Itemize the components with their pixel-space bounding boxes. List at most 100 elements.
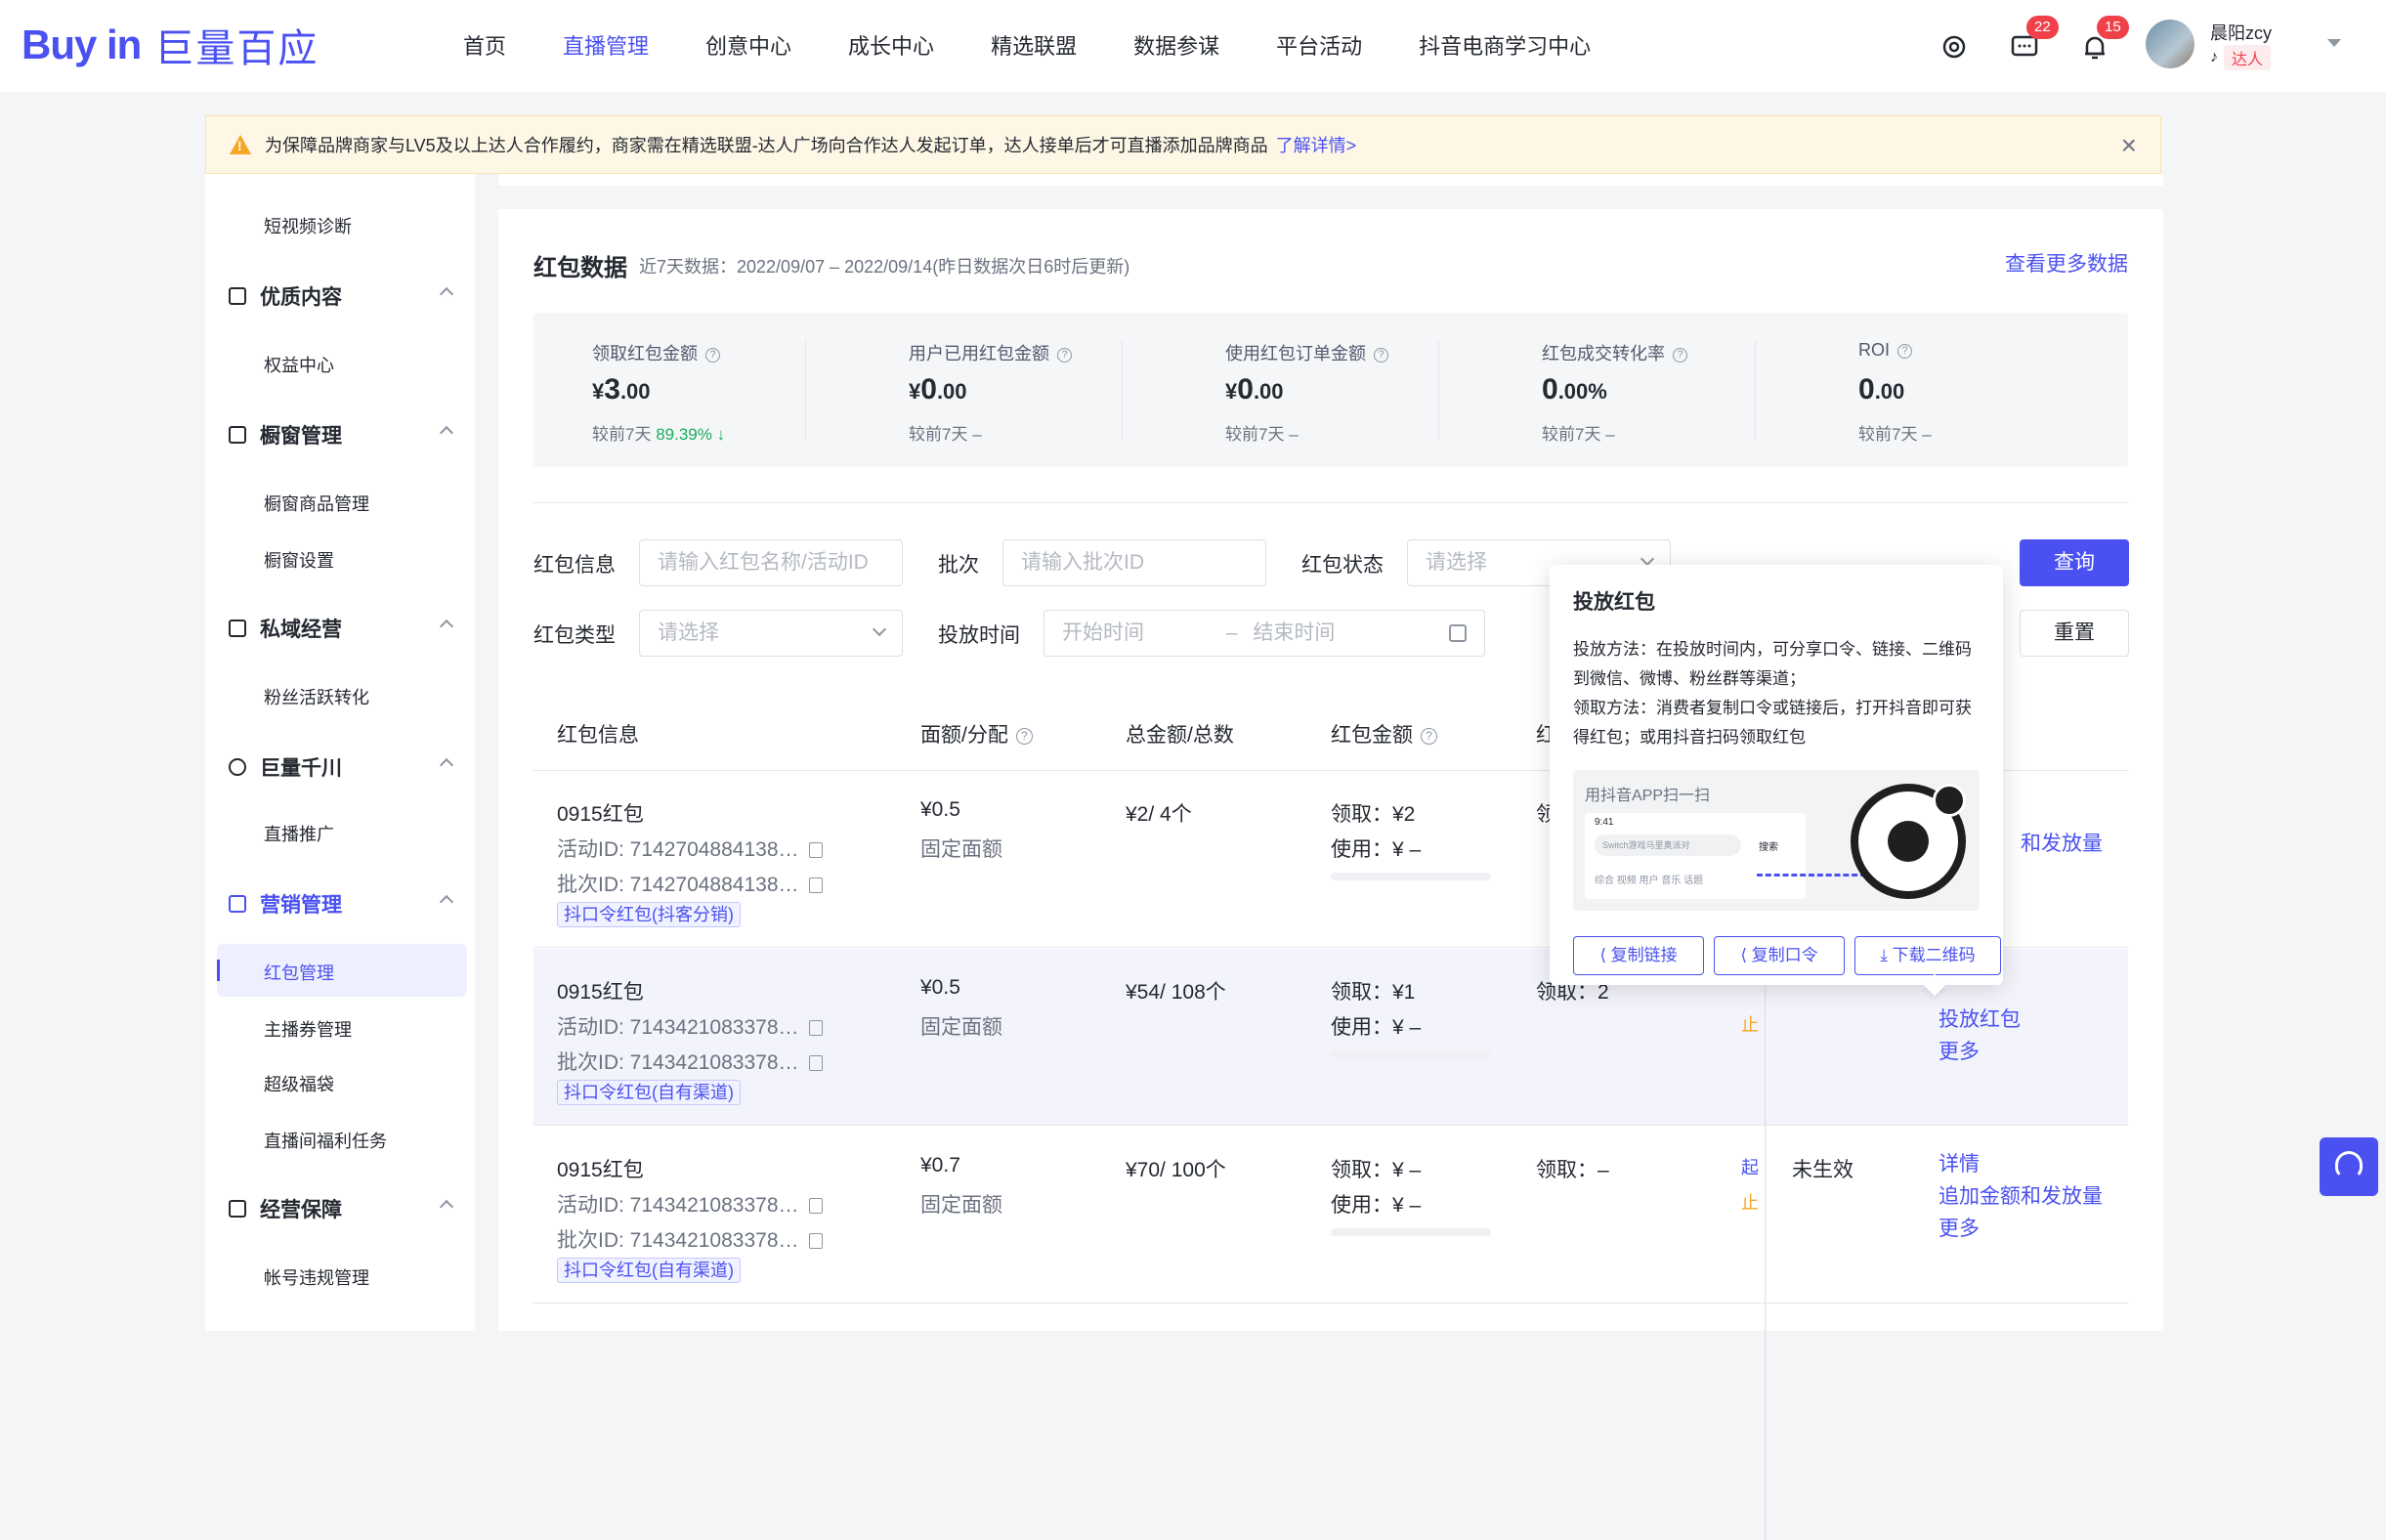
row2-action-deliver[interactable]: 投放红包 bbox=[1939, 1004, 2021, 1033]
nav-learning-center[interactable]: 抖音电商学习中心 bbox=[1419, 27, 1591, 66]
user-menu-chevron-icon[interactable] bbox=[2327, 39, 2341, 47]
row3-action-detail[interactable]: 详情 bbox=[1939, 1148, 1980, 1177]
nav-live-manage[interactable]: 直播管理 bbox=[563, 27, 649, 66]
private-domain-icon bbox=[229, 620, 246, 637]
sidebar-item-lucky-bag[interactable]: 超级福袋 bbox=[264, 1071, 334, 1096]
avatar[interactable] bbox=[2146, 20, 2194, 68]
stat-compare-label: 较前7天 bbox=[1858, 425, 1918, 444]
sidebar-item-fans[interactable]: 粉丝活跃转化 bbox=[264, 684, 369, 709]
download-qr-label: 下载二维码 bbox=[1892, 946, 1976, 964]
filter-type-label: 红包类型 bbox=[533, 624, 616, 647]
filter-time-label: 投放时间 bbox=[938, 624, 1020, 647]
help-icon[interactable]: ? bbox=[1374, 347, 1388, 363]
more-data-link[interactable]: 查看更多数据 bbox=[2005, 248, 2128, 278]
copy-icon[interactable] bbox=[808, 877, 823, 894]
total-amount: ¥70/ 100个 bbox=[1126, 1159, 1226, 1181]
claim-amount: 领取：¥2 bbox=[1331, 803, 1416, 826]
filter-batch-label: 批次 bbox=[938, 554, 979, 577]
used-amount: 使用：¥ – bbox=[1331, 1016, 1422, 1039]
packet-name: 0915红包 bbox=[557, 803, 644, 826]
chevron-up-icon bbox=[439, 894, 454, 910]
batch-id-input[interactable]: 请输入批次ID bbox=[1002, 539, 1266, 586]
copy-icon[interactable] bbox=[808, 1055, 823, 1072]
sidebar-group-marketing[interactable]: 营销管理 bbox=[229, 889, 463, 919]
link-icon bbox=[1888, 821, 1929, 862]
sidebar-item-welfare-task[interactable]: 直播间福利任务 bbox=[264, 1128, 387, 1153]
sidebar-item-benefits[interactable]: 权益中心 bbox=[264, 352, 334, 377]
username[interactable]: 晨阳zcy bbox=[2210, 20, 2272, 45]
close-icon[interactable]: × bbox=[2121, 132, 2137, 159]
stat-prefix: ¥ bbox=[1225, 379, 1238, 404]
copy-link-button[interactable]: ⟨ 复制链接 bbox=[1573, 936, 1704, 975]
end-marker: 止 bbox=[1741, 1193, 1759, 1213]
nav-growth-center[interactable]: 成长中心 bbox=[848, 27, 934, 66]
start-time-input[interactable]: 开始时间 bbox=[1062, 621, 1144, 644]
sidebar-item-red-packet[interactable]: 红包管理 bbox=[264, 960, 334, 985]
stat-value: 0 bbox=[920, 373, 937, 406]
sidebar-item-violations[interactable]: 帐号违规管理 bbox=[264, 1264, 369, 1290]
nav-activity[interactable]: 平台活动 bbox=[1276, 27, 1362, 66]
batch-id: 批次ID: 7143421083378… bbox=[557, 1224, 823, 1254]
nav-creative-center[interactable]: 创意中心 bbox=[705, 27, 791, 66]
deliver-packet-popover: 投放红包 投放方法：在投放时间内，可分享口令、链接、二维码到微信、微博、粉丝群等… bbox=[1550, 565, 2003, 997]
sidebar-group-guarantee[interactable]: 经营保障 bbox=[229, 1194, 463, 1223]
nav-alliance[interactable]: 精选联盟 bbox=[991, 27, 1077, 66]
range-separator: – bbox=[1225, 621, 1238, 644]
alloc-type: 固定面额 bbox=[920, 1194, 1002, 1217]
packet-info-input[interactable]: 请输入红包名称/活动ID bbox=[639, 539, 903, 586]
end-time-input[interactable]: 结束时间 bbox=[1253, 621, 1335, 644]
nav-data[interactable]: 数据参谋 bbox=[1133, 27, 1219, 66]
stat-label: 红包成交转化率 bbox=[1542, 344, 1665, 364]
activity-id-text: 活动ID: 7143421083378… bbox=[557, 1194, 799, 1217]
message-icon[interactable]: 22 bbox=[2005, 16, 2059, 66]
sidebar-item-live-promo[interactable]: 直播推广 bbox=[264, 821, 334, 846]
query-button[interactable]: 查询 bbox=[2020, 539, 2129, 586]
row3-action-add[interactable]: 追加金额和发放量 bbox=[1939, 1180, 2103, 1210]
phone-search-bar: Switch游戏马里奥派对 bbox=[1595, 834, 1741, 856]
nav-home[interactable]: 首页 bbox=[463, 27, 506, 66]
copy-command-button[interactable]: ⟨ 复制口令 bbox=[1714, 936, 1845, 975]
sidebar-group-quality-content[interactable]: 优质内容 bbox=[229, 281, 463, 311]
claim-amount: 领取：¥ – bbox=[1331, 1159, 1422, 1181]
row1-action-add[interactable]: 和发放量 bbox=[2021, 828, 2103, 857]
card-top-strip bbox=[498, 174, 2163, 186]
sidebar-group-showcase[interactable]: 橱窗管理 bbox=[229, 420, 463, 449]
sidebar-group-qianchuan[interactable]: 巨量千川 bbox=[229, 752, 463, 782]
row2-action-more[interactable]: 更多 bbox=[1939, 1036, 1980, 1065]
copy-icon[interactable] bbox=[808, 842, 823, 859]
sidebar-item-anchor-coupon[interactable]: 主播券管理 bbox=[264, 1016, 352, 1042]
time-range-picker[interactable]: 开始时间 – 结束时间 bbox=[1044, 610, 1485, 657]
copy-icon[interactable] bbox=[808, 1020, 823, 1037]
stat-compare-label: 较前7天 bbox=[909, 425, 968, 444]
type-select[interactable]: 请选择 bbox=[639, 610, 903, 657]
sidebar-group-private-domain[interactable]: 私域经营 bbox=[229, 614, 463, 643]
settings-gear-icon[interactable] bbox=[1935, 27, 1974, 66]
brand-logo[interactable]: Buy in 巨量百应 bbox=[21, 21, 319, 70]
qr-code bbox=[1851, 784, 1966, 899]
notice-link[interactable]: 了解详情> bbox=[1276, 132, 1357, 157]
packet-name: 0915红包 bbox=[557, 1159, 644, 1181]
th-face-label: 面额/分配 bbox=[920, 724, 1008, 747]
reset-button[interactable]: 重置 bbox=[2020, 610, 2129, 657]
customer-service-button[interactable] bbox=[2320, 1137, 2378, 1196]
sidebar-item-video-diagnosis[interactable]: 短视频诊断 bbox=[264, 213, 352, 238]
help-icon[interactable]: ? bbox=[1015, 727, 1033, 745]
sidebar-item-showcase-settings[interactable]: 橱窗设置 bbox=[264, 547, 334, 573]
help-icon[interactable]: ? bbox=[1673, 347, 1687, 363]
help-icon[interactable]: ? bbox=[705, 347, 720, 363]
message-badge: 22 bbox=[2026, 16, 2059, 39]
stat-compare-label: 较前7天 bbox=[1225, 425, 1285, 444]
help-icon[interactable]: ? bbox=[1421, 727, 1437, 745]
tiktok-icon: ♪ bbox=[2210, 49, 2218, 65]
copy-icon[interactable] bbox=[808, 1233, 823, 1250]
sidebar-item-showcase-goods[interactable]: 橱窗商品管理 bbox=[264, 491, 369, 516]
bell-icon[interactable]: 15 bbox=[2075, 16, 2129, 66]
copy-icon[interactable] bbox=[808, 1198, 823, 1215]
download-qr-button[interactable]: ⤓ 下载二维码 bbox=[1854, 936, 2001, 975]
row3-action-more[interactable]: 更多 bbox=[1939, 1213, 1980, 1242]
activity-id: 活动ID: 7143421083378… bbox=[557, 1189, 823, 1219]
th-face: 面额/分配? bbox=[920, 719, 1033, 749]
help-icon[interactable]: ? bbox=[1897, 343, 1913, 359]
help-icon[interactable]: ? bbox=[1057, 347, 1072, 363]
table-row: 0915红包 活动ID: 7143421083378… 批次ID: 714342… bbox=[533, 1127, 2128, 1304]
